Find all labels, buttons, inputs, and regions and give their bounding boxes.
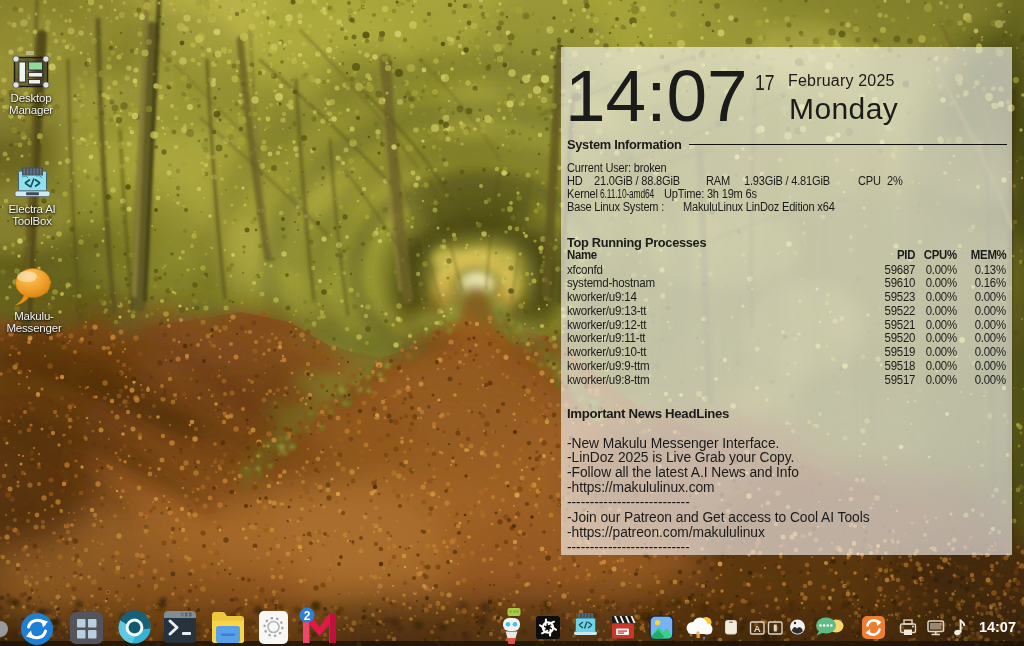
svg-text:14:07: 14:07	[979, 619, 1016, 635]
svg-text:2: 2	[304, 609, 311, 623]
svg-text:A: A	[754, 623, 761, 634]
